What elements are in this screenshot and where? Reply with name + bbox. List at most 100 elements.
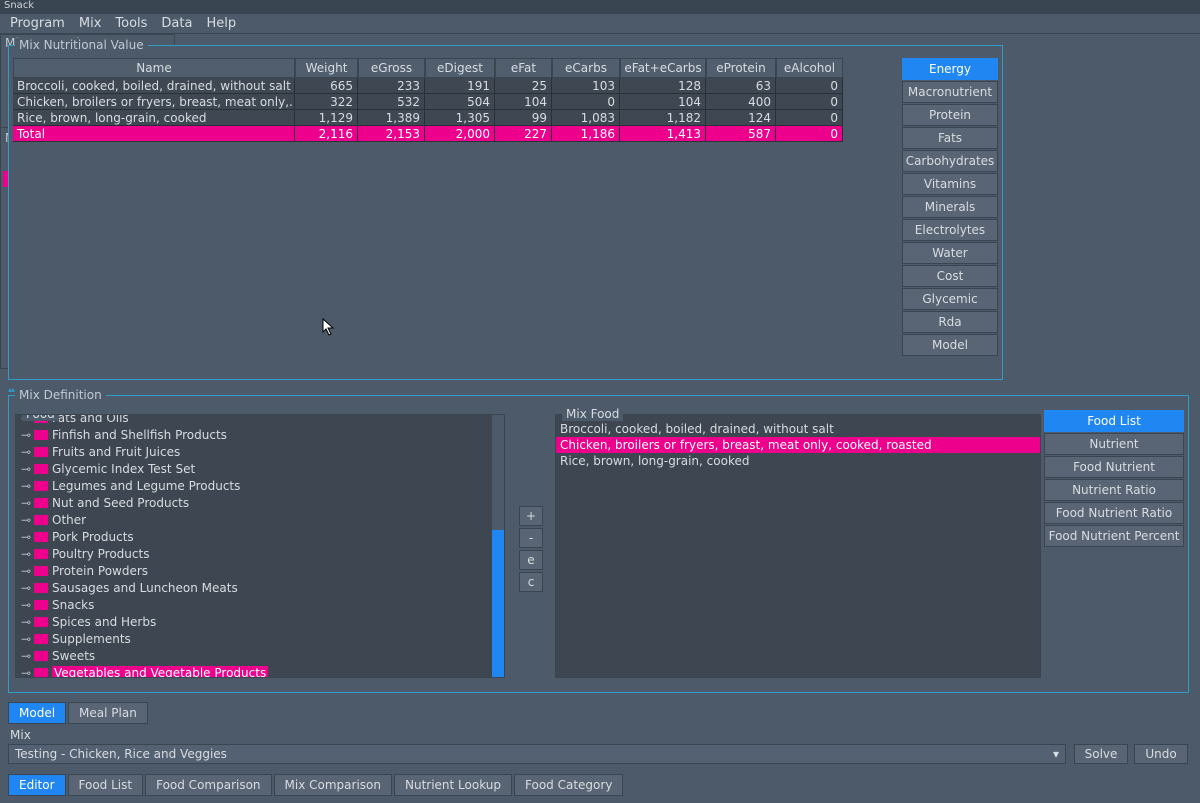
mix-selected-value: Testing - Chicken, Rice and Veggies <box>15 747 227 761</box>
tree-item[interactable]: ⊸Protein Powders <box>20 562 504 579</box>
cell-value: 0 <box>776 78 843 94</box>
cell-value: 103 <box>552 78 620 94</box>
menu-mix[interactable]: Mix <box>79 16 102 31</box>
cons-tab[interactable]: Nutrient Ratio <box>1044 479 1184 501</box>
splitter[interactable]: ▴▴▾▾ <box>8 385 1189 391</box>
cons-tab[interactable]: Food List <box>1044 410 1184 432</box>
cell-value: 2,153 <box>358 126 425 142</box>
col-header[interactable]: eGross <box>358 58 425 78</box>
tab-energy[interactable]: Energy <box>902 58 998 80</box>
folder-icon <box>34 464 48 474</box>
tab-vitamins[interactable]: Vitamins <box>902 173 998 195</box>
mix-food-list: Mix Food Broccoli, cooked, boiled, drain… <box>555 414 1041 678</box>
menu-data[interactable]: Data <box>161 16 192 31</box>
cons-tab[interactable]: Food Nutrient Ratio <box>1044 502 1184 524</box>
transfer-add-button[interactable]: + <box>519 506 543 526</box>
cell-name: Broccoli, cooked, boiled, drained, witho… <box>13 78 295 94</box>
solve-button[interactable]: Solve <box>1074 744 1128 764</box>
folder-icon <box>34 532 48 542</box>
folder-icon <box>34 498 48 508</box>
tab-carbohydrates[interactable]: Carbohydrates <box>902 150 998 172</box>
cell-value: 587 <box>706 126 776 142</box>
col-header[interactable]: eFat+eCarbs <box>620 58 706 78</box>
mixfood-item[interactable]: Rice, brown, long-grain, cooked <box>556 453 1040 469</box>
col-header[interactable]: eFat <box>495 58 552 78</box>
folder-icon <box>34 617 48 627</box>
tree-item[interactable]: ⊸Finfish and Shellfish Products <box>20 426 504 443</box>
mixfood-item[interactable]: Broccoli, cooked, boiled, drained, witho… <box>556 421 1040 437</box>
tab-model[interactable]: Model <box>902 334 998 356</box>
tree-item[interactable]: ⊸Supplements <box>20 630 504 647</box>
tab-cost[interactable]: Cost <box>902 265 998 287</box>
mode-tab-meal-plan[interactable]: Meal Plan <box>68 702 148 724</box>
panel-title: Mix Nutritional Value <box>15 38 148 52</box>
tab-minerals[interactable]: Minerals <box>902 196 998 218</box>
tree-item[interactable]: ⊸Snacks <box>20 596 504 613</box>
tree-item[interactable]: ⊸Legumes and Legume Products <box>20 477 504 494</box>
cell-value: 1,083 <box>552 110 620 126</box>
tab-fats[interactable]: Fats <box>902 127 998 149</box>
col-header[interactable]: eProtein <box>706 58 776 78</box>
undo-button[interactable]: Undo <box>1134 744 1188 764</box>
mode-tab-model[interactable]: Model <box>8 702 66 724</box>
table-row[interactable]: Chicken, broilers or fryers, breast, mea… <box>13 94 863 110</box>
total-row[interactable]: Total2,1162,1532,0002271,1861,4135870 <box>13 126 863 142</box>
menu-help[interactable]: Help <box>206 16 236 31</box>
col-header[interactable]: eCarbs <box>552 58 620 78</box>
tree-item[interactable]: ⊸Other <box>20 511 504 528</box>
tab-rda[interactable]: Rda <box>902 311 998 333</box>
mixfood-title: Mix Food <box>562 407 623 421</box>
view-tab-food-comparison[interactable]: Food Comparison <box>145 774 271 796</box>
folder-icon <box>34 651 48 661</box>
food-tree: Food ⊸Fats and Oils⊸Finfish and Shellfis… <box>15 414 505 678</box>
mix-selector[interactable]: Testing - Chicken, Rice and Veggies ▾ <box>8 744 1066 764</box>
scroll-thumb[interactable] <box>492 530 504 678</box>
cell-value: 0 <box>776 126 843 142</box>
col-header[interactable]: eAlcohol <box>776 58 843 78</box>
table-row[interactable]: Rice, brown, long-grain, cooked1,1291,38… <box>13 110 863 126</box>
tree-item[interactable]: ⊸Sweets <box>20 647 504 664</box>
tab-water[interactable]: Water <box>902 242 998 264</box>
mixfood-item[interactable]: Chicken, broilers or fryers, breast, mea… <box>556 437 1040 453</box>
col-header[interactable]: eDigest <box>425 58 495 78</box>
tree-item[interactable]: ⊸Fruits and Fruit Juices <box>20 443 504 460</box>
transfer-remove-button[interactable]: - <box>519 528 543 548</box>
tab-macronutrient[interactable]: Macronutrient <box>902 81 998 103</box>
cell-value: 1,129 <box>295 110 358 126</box>
view-tab-food-list[interactable]: Food List <box>68 774 144 796</box>
tree-item[interactable]: ⊸Nut and Seed Products <box>20 494 504 511</box>
folder-icon <box>34 549 48 559</box>
tree-item[interactable]: ⊸Vegetables and Vegetable Products <box>20 664 504 678</box>
col-header[interactable]: Weight <box>295 58 358 78</box>
nutrition-table: NameWeighteGrosseDigesteFateCarbseFat+eC… <box>13 58 863 142</box>
col-header[interactable]: Name <box>13 58 295 78</box>
tree-item[interactable]: ⊸Poultry Products <box>20 545 504 562</box>
view-tabs: EditorFood ListFood ComparisonMix Compar… <box>8 774 623 796</box>
cons-tab[interactable]: Food Nutrient <box>1044 456 1184 478</box>
cell-value: 128 <box>620 78 706 94</box>
view-tab-nutrient-lookup[interactable]: Nutrient Lookup <box>394 774 512 796</box>
view-tab-mix-comparison[interactable]: Mix Comparison <box>274 774 392 796</box>
transfer-e-button[interactable]: e <box>519 550 543 570</box>
tab-glycemic[interactable]: Glycemic <box>902 288 998 310</box>
transfer-c-button[interactable]: c <box>519 572 543 592</box>
tree-item[interactable]: ⊸Sausages and Luncheon Meats <box>20 579 504 596</box>
constraint-type-tabs: Food ListNutrientFood NutrientNutrient R… <box>1044 410 1184 547</box>
cell-value: 25 <box>495 78 552 94</box>
tab-protein[interactable]: Protein <box>902 104 998 126</box>
tree-item[interactable]: ⊸Glycemic Index Test Set <box>20 460 504 477</box>
cons-tab[interactable]: Nutrient <box>1044 433 1184 455</box>
cons-tab[interactable]: Food Nutrient Percent <box>1044 525 1184 547</box>
table-row[interactable]: Broccoli, cooked, boiled, drained, witho… <box>13 78 863 94</box>
cell-value: 665 <box>295 78 358 94</box>
view-tab-editor[interactable]: Editor <box>8 774 66 796</box>
view-tab-food-category[interactable]: Food Category <box>514 774 623 796</box>
cell-value: 2,116 <box>295 126 358 142</box>
menu-program[interactable]: Program <box>10 16 65 31</box>
tree-item[interactable]: ⊸Spices and Herbs <box>20 613 504 630</box>
tree-item[interactable]: ⊸Fats and Oils <box>20 414 504 426</box>
tab-electrolytes[interactable]: Electrolytes <box>902 219 998 241</box>
menu-tools[interactable]: Tools <box>115 16 147 31</box>
tree-item[interactable]: ⊸Pork Products <box>20 528 504 545</box>
tree-scrollbar[interactable] <box>492 415 504 677</box>
